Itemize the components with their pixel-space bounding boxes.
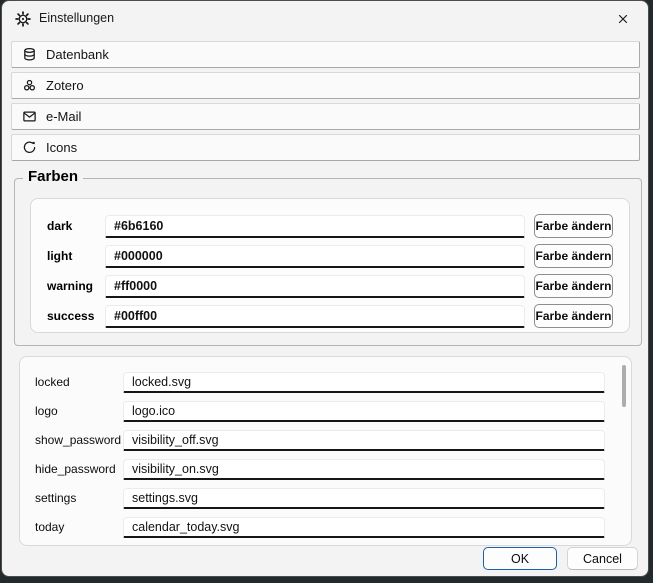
icon-file-input[interactable] <box>123 459 605 480</box>
icon-file-input[interactable] <box>123 517 605 538</box>
change-color-button[interactable]: Farbe ändern <box>534 274 613 298</box>
cancel-button[interactable]: Cancel <box>567 547 638 570</box>
settings-dialog: Einstellungen Datenbank <box>1 0 649 577</box>
ok-button[interactable]: OK <box>483 547 557 570</box>
section-datenbank[interactable]: Datenbank <box>11 41 640 68</box>
section-icons[interactable]: Icons <box>11 134 640 161</box>
icon-row-settings: settings <box>35 487 605 509</box>
icon-key-label: logo <box>35 404 123 418</box>
color-value-input[interactable] <box>105 215 525 238</box>
section-label: Zotero <box>46 78 84 93</box>
section-label: e-Mail <box>46 109 81 124</box>
farben-groupbox: Farben dark Farbe ändern light Farbe änd… <box>14 178 642 346</box>
farben-title: Farben <box>23 168 83 185</box>
farben-panel: dark Farbe ändern light Farbe ändern war… <box>30 198 630 333</box>
section-zotero[interactable]: Zotero <box>11 72 640 99</box>
color-row-light: light Farbe ändern <box>47 244 613 268</box>
color-row-dark: dark Farbe ändern <box>47 214 613 238</box>
icon-file-input[interactable] <box>123 430 605 451</box>
color-row-warning: warning Farbe ändern <box>47 274 613 298</box>
change-color-button[interactable]: Farbe ändern <box>534 214 613 238</box>
gear-icon <box>15 11 31 27</box>
icon-row-show-password: show_password <box>35 429 605 451</box>
icon-files-panel: locked logo show_password hide_password … <box>19 356 632 546</box>
vertical-scrollbar[interactable] <box>622 365 626 407</box>
icon-row-locked: locked <box>35 371 605 393</box>
change-color-button[interactable]: Farbe ändern <box>534 304 613 328</box>
section-label: Datenbank <box>46 47 109 62</box>
color-value-input[interactable] <box>105 275 525 298</box>
loop-icon <box>21 140 37 156</box>
icon-row-hide-password: hide_password <box>35 458 605 480</box>
color-row-success: success Farbe ändern <box>47 304 613 328</box>
icon-file-input[interactable] <box>123 488 605 509</box>
icon-file-input[interactable] <box>123 401 605 422</box>
database-icon <box>21 47 37 63</box>
section-email[interactable]: e-Mail <box>11 103 640 130</box>
color-label: success <box>47 309 105 323</box>
color-label: light <box>47 249 105 263</box>
icon-key-label: hide_password <box>35 462 123 476</box>
title-bar: Einstellungen <box>2 1 648 37</box>
zotero-icon <box>21 78 37 94</box>
icon-key-label: show_password <box>35 433 123 447</box>
icon-key-label: today <box>35 520 123 534</box>
color-label: dark <box>47 219 105 233</box>
change-color-button[interactable]: Farbe ändern <box>534 244 613 268</box>
color-label: warning <box>47 279 105 293</box>
icon-key-label: locked <box>35 375 123 389</box>
close-button[interactable] <box>607 7 639 31</box>
color-value-input[interactable] <box>105 305 525 328</box>
dialog-footer: OK Cancel <box>483 547 638 570</box>
settings-sections: Datenbank Zotero e-Mail <box>11 41 640 161</box>
window-title: Einstellungen <box>39 1 114 37</box>
icon-file-input[interactable] <box>123 372 605 393</box>
icon-row-logo: logo <box>35 400 605 422</box>
color-value-input[interactable] <box>105 245 525 268</box>
icon-key-label: settings <box>35 491 123 505</box>
icon-files-rows: locked logo show_password hide_password … <box>20 357 631 538</box>
mail-icon <box>21 109 37 125</box>
section-label: Icons <box>46 140 77 155</box>
icon-row-today: today <box>35 516 605 538</box>
close-icon <box>616 12 630 26</box>
